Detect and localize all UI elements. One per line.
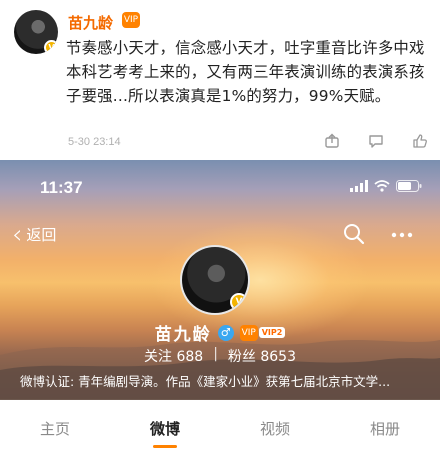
following-stat[interactable]: 关注 688: [144, 346, 203, 366]
fans-label: 粉丝: [227, 349, 256, 365]
vip-icon: VIP: [239, 324, 258, 341]
verification-text: 微博认证: 青年编剧导演。作品《建家小业》获第七届北京市文学...: [20, 374, 391, 389]
post-timestamp: 5-30 23:14: [68, 136, 121, 148]
profile-name-row: 苗九龄 ♂ VIP VIP2: [0, 320, 440, 345]
following-label: 关注: [144, 349, 172, 365]
vip-icon[interactable]: VIP: [122, 12, 140, 28]
tab-albums[interactable]: 相册: [330, 400, 440, 452]
fans-count: 8653: [260, 349, 296, 365]
weibo-post: V 苗九龄 VIP 节奏感小天才，信念感小天才，吐字重音比许多中戏本科艺考考上来…: [0, 0, 440, 160]
back-label: 返回: [26, 226, 57, 244]
status-bar-time: 11:37: [40, 178, 83, 197]
comment-icon[interactable]: [368, 133, 384, 149]
verified-icon: V: [44, 40, 58, 54]
like-icon[interactable]: [412, 133, 428, 149]
chevron-left-icon: ‹: [12, 219, 23, 250]
vip-level: VIP2: [258, 327, 286, 338]
follow-stats: 关注 688 | 粉丝 8653: [0, 346, 440, 366]
post-text: 节奏感小天才，信念感小天才，吐字重音比许多中戏本科艺考考上来的，又有两三年表演训…: [66, 39, 425, 105]
author-name[interactable]: 苗九龄: [68, 12, 113, 33]
author-avatar[interactable]: V: [14, 10, 58, 54]
search-icon[interactable]: [342, 222, 366, 246]
profile-screen: 11:37 ‹ 返回 V 苗九龄 ♂ VIP VIP2 关注 688 | 粉丝 …: [0, 160, 440, 452]
profile-name: 苗九龄: [154, 325, 212, 345]
more-icon[interactable]: [390, 224, 414, 246]
wifi-icon: [374, 180, 390, 192]
fans-stat[interactable]: 粉丝 8653: [228, 346, 296, 366]
stat-divider: |: [213, 346, 218, 362]
verified-icon: V: [230, 293, 248, 311]
share-icon[interactable]: [324, 133, 340, 149]
battery-icon: [396, 180, 422, 192]
tab-weibo[interactable]: 微博: [110, 400, 220, 452]
status-bar-icons: [350, 180, 422, 192]
profile-avatar[interactable]: V: [180, 245, 250, 315]
signal-icon: [350, 180, 368, 192]
tab-videos[interactable]: 视频: [220, 400, 330, 452]
tab-home[interactable]: 主页: [0, 400, 110, 452]
vip-level-badge[interactable]: VIP VIP2: [239, 324, 286, 341]
following-count: 688: [176, 349, 204, 365]
back-button[interactable]: ‹ 返回: [12, 219, 57, 250]
male-icon: ♂: [217, 324, 234, 341]
profile-tabs: 主页 微博 视频 相册: [0, 400, 440, 452]
post-actions: [324, 133, 428, 149]
